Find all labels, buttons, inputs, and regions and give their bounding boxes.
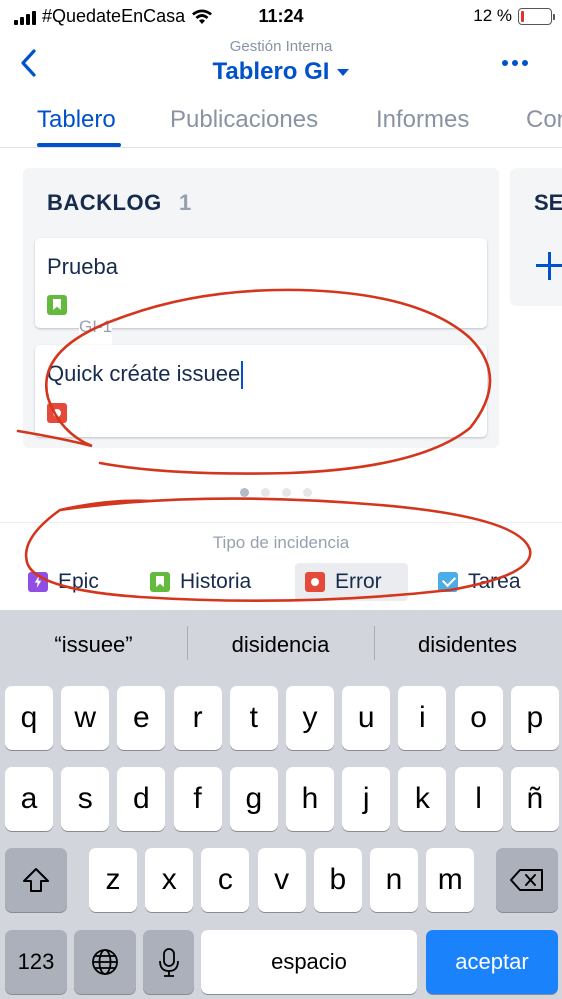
dictation-key[interactable] bbox=[143, 930, 194, 994]
accept-key[interactable]: aceptar bbox=[426, 930, 558, 994]
chevron-down-icon bbox=[337, 69, 350, 77]
key-s[interactable]: s bbox=[61, 767, 110, 831]
key-w[interactable]: w bbox=[61, 686, 110, 750]
key-e[interactable]: e bbox=[117, 686, 166, 750]
key-n[interactable]: n bbox=[370, 848, 418, 912]
active-tab-indicator bbox=[37, 143, 121, 147]
key-t[interactable]: t bbox=[229, 686, 278, 750]
numbers-key[interactable]: 123 bbox=[5, 930, 67, 994]
key-b[interactable]: b bbox=[313, 848, 362, 912]
suggestion-bar: “issuee” disidencia disidentes bbox=[0, 610, 562, 676]
annotation-ellipse bbox=[24, 497, 532, 602]
key-j[interactable]: j bbox=[342, 767, 391, 831]
key-g[interactable]: g bbox=[229, 767, 278, 831]
tab-overflow[interactable]: Con bbox=[526, 106, 562, 134]
issue-type-selector: Tipo de incidencia Epic Historia Error T… bbox=[0, 497, 562, 610]
globe-key[interactable] bbox=[74, 930, 136, 994]
key-m[interactable]: m bbox=[426, 848, 475, 912]
status-right: 12 % bbox=[473, 6, 555, 26]
more-options-icon[interactable] bbox=[502, 60, 528, 66]
key-a[interactable]: a bbox=[5, 767, 53, 831]
key-c[interactable]: c bbox=[201, 848, 250, 912]
key-ñ[interactable]: ñ bbox=[510, 767, 559, 831]
key-h[interactable]: h bbox=[286, 767, 334, 831]
tab-publicaciones[interactable]: Publicaciones bbox=[170, 106, 318, 134]
key-f[interactable]: f bbox=[173, 767, 222, 831]
status-bar: #QuedateEnCasa 11:24 12 % bbox=[0, 0, 562, 32]
key-v[interactable]: v bbox=[257, 848, 306, 912]
key-d[interactable]: d bbox=[117, 767, 166, 831]
battery-fill bbox=[521, 10, 525, 22]
tab-tablero[interactable]: Tablero bbox=[37, 106, 116, 134]
key-y[interactable]: y bbox=[286, 686, 334, 750]
tab-bar: Tablero Publicaciones Informes Con bbox=[0, 96, 562, 148]
project-subtitle: Gestión Interna bbox=[229, 38, 333, 55]
board-area: BACKLOG 1 Prueba GI-1 Quick créate issue… bbox=[0, 148, 562, 522]
microphone-icon bbox=[158, 948, 179, 977]
globe-icon bbox=[92, 949, 118, 975]
ios-keyboard: “issuee” disidencia disidentes qwertyuio… bbox=[0, 610, 562, 999]
key-x[interactable]: x bbox=[145, 848, 194, 912]
key-r[interactable]: r bbox=[173, 686, 222, 750]
shift-key[interactable] bbox=[5, 848, 67, 912]
annotation-circle bbox=[16, 288, 492, 475]
key-k[interactable]: k bbox=[398, 767, 447, 831]
key-q[interactable]: q bbox=[5, 686, 53, 750]
backspace-icon bbox=[510, 869, 543, 891]
key-o[interactable]: o bbox=[454, 686, 503, 750]
battery-icon bbox=[518, 7, 555, 25]
key-l[interactable]: l bbox=[454, 767, 503, 831]
key-z[interactable]: z bbox=[89, 848, 137, 912]
battery-percent: 12 % bbox=[473, 6, 512, 25]
app-header: Gestión Interna Tablero GI bbox=[0, 32, 562, 94]
backspace-key[interactable] bbox=[496, 848, 558, 912]
tab-informes[interactable]: Informes bbox=[376, 106, 469, 134]
suggestion-item[interactable]: disidencia bbox=[187, 632, 374, 658]
shift-icon bbox=[23, 868, 49, 892]
board-title-dropdown[interactable]: Tablero GI bbox=[0, 58, 562, 86]
board-title: Tablero GI bbox=[212, 58, 330, 85]
key-p[interactable]: p bbox=[510, 686, 559, 750]
key-i[interactable]: i bbox=[398, 686, 447, 750]
suggestion-item[interactable]: “issuee” bbox=[0, 632, 187, 658]
space-key[interactable]: espacio bbox=[201, 930, 417, 994]
suggestion-item[interactable]: disidentes bbox=[374, 632, 561, 658]
key-u[interactable]: u bbox=[342, 686, 391, 750]
